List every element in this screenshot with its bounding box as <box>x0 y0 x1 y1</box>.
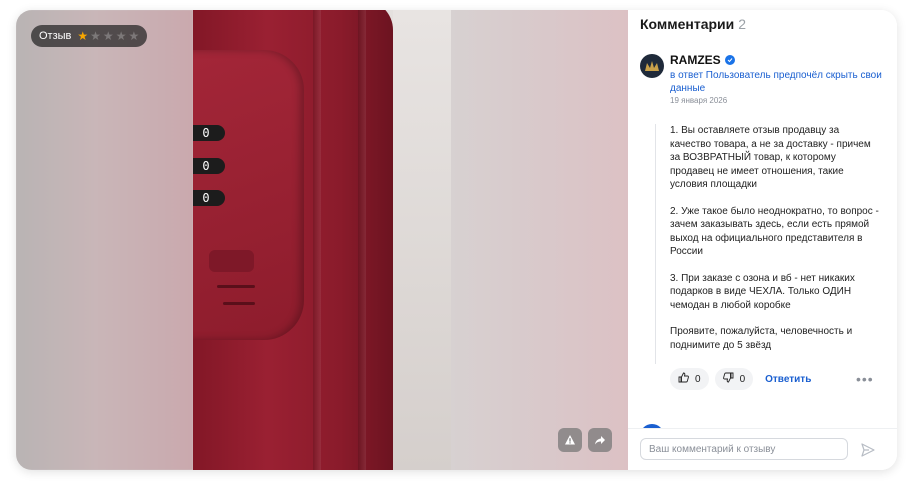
comment-paragraph: 1. Вы оставляете отзыв продавцу за качес… <box>670 125 871 190</box>
comment-paragraph: 2. Уже такое было неоднократно, то вопро… <box>670 205 879 258</box>
avatar[interactable] <box>640 54 664 78</box>
review-modal: 0 0 0 Отзыв ★ ★ ★ ★ ★ Комментарии 2 RAMZ… <box>16 10 897 470</box>
star-empty-icon: ★ <box>128 29 140 43</box>
share-icon[interactable] <box>588 428 612 452</box>
reply-to-link[interactable]: в ответ Пользователь предпочёл скрыть св… <box>670 69 885 95</box>
comment-body: 1. Вы оставляете отзыв продавцу за качес… <box>670 124 882 365</box>
thread-line <box>655 124 656 364</box>
comment-input-area <box>628 428 897 470</box>
comment-input[interactable] <box>640 438 848 460</box>
comment-paragraph: Проявите, пожалуйста, человечность и под… <box>670 326 853 351</box>
review-media[interactable]: 0 0 0 Отзыв ★ ★ ★ ★ ★ <box>16 10 628 470</box>
lock-dial: 0 <box>193 190 225 206</box>
comments-count: 2 <box>738 16 747 32</box>
comments-title: Комментарии 2 <box>640 16 746 32</box>
lock-dial: 0 <box>193 158 225 174</box>
lock-panel: 0 0 0 <box>193 50 304 340</box>
author-name: RAMZES <box>670 53 721 67</box>
reply-button[interactable]: Ответить <box>765 374 811 385</box>
review-badge: Отзыв ★ ★ ★ ★ ★ <box>31 25 148 47</box>
star-empty-icon: ★ <box>115 29 127 43</box>
comment-actions: 0 0 Ответить <box>670 368 811 390</box>
star-empty-icon: ★ <box>102 29 114 43</box>
more-options-icon[interactable]: ••• <box>856 372 874 386</box>
lock-dial: 0 <box>193 125 225 141</box>
blurred-background-right <box>451 10 628 470</box>
verified-icon <box>724 55 735 65</box>
blurred-background-left <box>16 10 193 470</box>
like-count: 0 <box>695 373 701 385</box>
thumbs-down-icon <box>722 372 734 386</box>
like-button[interactable]: 0 <box>670 368 709 390</box>
dislike-button[interactable]: 0 <box>714 368 754 390</box>
warning-icon[interactable] <box>558 428 582 452</box>
comments-panel: Комментарии 2 RAMZES в ответ Пользователь… <box>628 10 897 470</box>
dislike-count: 0 <box>739 373 746 385</box>
review-photo: 0 0 0 <box>193 10 451 470</box>
comment-paragraph: 3. При заказе с озона и вб - нет никаких… <box>670 272 855 311</box>
badge-label: Отзыв <box>39 30 72 42</box>
send-icon[interactable] <box>859 441 877 459</box>
comment-author[interactable]: RAMZES <box>670 53 735 67</box>
star-empty-icon: ★ <box>90 29 101 43</box>
thumbs-up-icon <box>678 372 689 386</box>
comment-date: 19 января 2026 <box>670 96 728 105</box>
comments-title-text: Комментарии <box>640 16 735 32</box>
star-filled-icon: ★ <box>77 29 89 43</box>
star-rating: ★ ★ ★ ★ ★ <box>77 30 139 42</box>
